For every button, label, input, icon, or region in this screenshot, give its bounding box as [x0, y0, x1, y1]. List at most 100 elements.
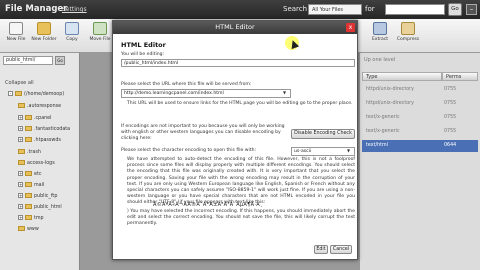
- expand-icon[interactable]: +: [18, 204, 23, 209]
- url-prompt: Please select the URL where this file wi…: [121, 82, 252, 87]
- table-row[interactable]: httpd/unix-directory 0755: [362, 84, 478, 96]
- url-select-value: http://demo.learningcpanel.com/index.htm…: [124, 91, 224, 96]
- path-go-button[interactable]: Go: [55, 56, 65, 65]
- charset-select[interactable]: us-ascii: [291, 147, 355, 156]
- dialog-heading: HTML Editor: [121, 41, 166, 49]
- tree-item-label: public_html: [34, 205, 62, 210]
- html-editor-dialog: HTML Editor x HTML Editor You will be ed…: [112, 20, 358, 260]
- app-title: File Manager: [5, 4, 68, 14]
- expand-icon[interactable]: +: [18, 193, 23, 198]
- expand-icon[interactable]: +: [18, 215, 23, 220]
- tree-item-label: tmp: [34, 216, 44, 221]
- type-column-header[interactable]: Type: [362, 72, 442, 81]
- chevron-down-icon[interactable]: ▼: [283, 90, 286, 96]
- search-label: Search: [283, 5, 308, 13]
- expand-icon[interactable]: +: [18, 182, 23, 187]
- move-file-icon: [93, 22, 107, 35]
- tree-item-label: .trash: [27, 150, 41, 155]
- extract-label: Extract: [371, 37, 389, 42]
- table-row[interactable]: httpd/unix-directory 0755: [362, 98, 478, 110]
- tree-item[interactable]: + tmp: [18, 215, 44, 221]
- expand-icon[interactable]: +: [18, 137, 23, 142]
- row-perms: 0755: [444, 129, 457, 134]
- row-type: text/x-generic: [366, 129, 400, 134]
- collapse-icon[interactable]: -: [8, 91, 13, 96]
- copy-button[interactable]: Copy: [58, 22, 86, 42]
- tree-item[interactable]: .autoresponse: [18, 103, 61, 109]
- folder-icon: [18, 103, 25, 108]
- search-for-label: for: [365, 5, 375, 13]
- new-file-label: New File: [6, 37, 26, 42]
- table-row-selected[interactable]: text/html 0644: [362, 140, 478, 152]
- folder-icon: [25, 126, 32, 131]
- search-input[interactable]: [385, 4, 445, 15]
- row-type: text/x-generic: [366, 115, 400, 120]
- expand-icon[interactable]: +: [18, 115, 23, 120]
- folder-icon: [25, 215, 32, 220]
- folder-icon: [25, 182, 32, 187]
- editing-path-field: /public_html/index.html: [121, 59, 355, 67]
- tree-item[interactable]: + public_ftp: [18, 193, 57, 199]
- extract-button[interactable]: Extract: [366, 22, 394, 42]
- copy-label: Copy: [66, 37, 78, 42]
- folder-icon: [25, 204, 32, 209]
- tree-item[interactable]: + etc: [18, 171, 41, 177]
- table-row[interactable]: text/x-generic 0755: [362, 112, 478, 124]
- cancel-button[interactable]: Cancel: [330, 245, 352, 254]
- row-type: httpd/unix-directory: [366, 87, 414, 92]
- url-note: This URL will be used to ensure links fo…: [127, 101, 353, 106]
- new-folder-icon: [37, 22, 51, 35]
- top-bar: File Manager Settings Search All Your Fi…: [0, 0, 480, 19]
- disable-encoding-button[interactable]: Disable Encoding Check: [291, 129, 355, 139]
- tree-item[interactable]: + public_html: [18, 204, 62, 210]
- copy-icon: [65, 22, 79, 35]
- charset-select-value: us-ascii: [294, 149, 312, 154]
- detected-text-tail: ) You may have selected the incorrect en…: [127, 209, 355, 227]
- tree-item-label: etc: [34, 172, 42, 177]
- chevron-down-icon[interactable]: ▼: [347, 148, 350, 154]
- tree-item[interactable]: .trash: [18, 149, 41, 155]
- minimize-icon[interactable]: –: [466, 4, 477, 15]
- tree-item-label: .fantasticodata: [34, 127, 71, 132]
- up-one-level-link[interactable]: Up one level: [364, 57, 395, 63]
- row-perms: 0755: [444, 101, 457, 106]
- new-file-button[interactable]: New File: [2, 22, 30, 42]
- tree-item[interactable]: access-logs: [18, 160, 55, 166]
- edit-button[interactable]: Edit: [314, 245, 328, 254]
- url-select[interactable]: http://demo.learningcpanel.com/index.htm…: [121, 89, 291, 98]
- move-file-button[interactable]: Move File: [86, 22, 114, 42]
- search-scope-select[interactable]: All Your Files: [308, 4, 362, 15]
- folder-icon: [18, 160, 25, 165]
- extract-icon: [373, 22, 387, 35]
- tree-item[interactable]: + mail: [18, 182, 44, 188]
- encoding-note: If encodings are not important to you be…: [121, 124, 285, 142]
- tree-root-label: (/home/demoop): [24, 92, 65, 97]
- expand-icon[interactable]: +: [18, 171, 23, 176]
- perms-column-header[interactable]: Perms: [442, 72, 478, 81]
- tree-item-label: .htpasswds: [34, 138, 61, 143]
- expand-icon[interactable]: +: [18, 126, 23, 131]
- settings-link[interactable]: Settings: [62, 6, 87, 13]
- compress-button[interactable]: Compress: [394, 22, 422, 42]
- search-go-button[interactable]: Go: [448, 3, 462, 16]
- detected-text: We have attempted to auto-detect the enc…: [127, 157, 355, 206]
- tree-root[interactable]: - (/home/demoop): [8, 91, 64, 97]
- folder-tree-panel: public_html/ Go Collapse all - (/home/dem…: [0, 53, 80, 270]
- tree-item[interactable]: + .fantasticodata: [18, 126, 70, 132]
- collapse-all-link[interactable]: Collapse all: [5, 80, 34, 86]
- tree-item[interactable]: www: [18, 226, 39, 232]
- tree-item[interactable]: + .htpasswds: [18, 137, 61, 143]
- tree-item[interactable]: + .cpanel: [18, 115, 51, 121]
- dialog-titlebar[interactable]: HTML Editor x: [113, 21, 357, 34]
- new-folder-label: New Folder: [31, 37, 57, 42]
- folder-icon: [25, 193, 32, 198]
- new-folder-button[interactable]: New Folder: [30, 22, 58, 42]
- compress-icon: [401, 22, 415, 35]
- folder-icon: [18, 226, 25, 231]
- path-input[interactable]: public_html/: [3, 56, 53, 65]
- close-icon[interactable]: x: [346, 23, 355, 32]
- charset-prompt: Please select the character encoding to …: [121, 148, 257, 153]
- new-file-icon: [9, 22, 23, 35]
- table-row[interactable]: text/x-generic 0755: [362, 126, 478, 138]
- folder-icon: [15, 91, 22, 96]
